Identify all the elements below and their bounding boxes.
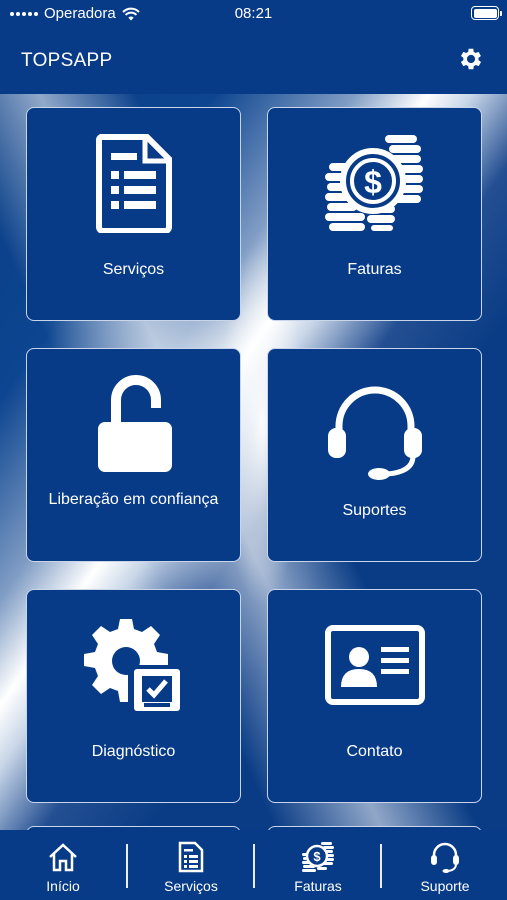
tab-servicos[interactable]: Serviços [128,830,254,900]
tile-diagnostico[interactable]: Diagnóstico [26,589,241,803]
tile-contato[interactable]: Contato [267,589,482,803]
tab-inicio[interactable]: Início [0,830,126,900]
svg-text:$: $ [364,164,382,200]
tile-liberacao[interactable]: Liberação em confiança [26,348,241,562]
tile-label: Serviços [102,261,165,278]
bottom-tab-bar: Início Serviços $ Faturas Suporte [0,830,507,900]
tab-label: Início [46,878,80,894]
tile-faturas[interactable]: $ Faturas [267,107,482,321]
money-coins-icon: $ [302,842,334,872]
tab-label: Suporte [420,878,470,894]
status-time: 08:21 [234,5,273,22]
svg-text:$: $ [313,849,321,864]
app-header: TOPSAPP [0,28,507,94]
tile-label: Contato [346,743,403,760]
gear-icon[interactable] [457,45,485,73]
tile-label: Suportes [342,502,407,519]
home-icon [49,843,77,872]
tab-suporte[interactable]: Suporte [382,830,507,900]
tile-suportes[interactable]: Suportes [267,348,482,562]
headset-icon [327,386,422,480]
contact-card-icon [324,625,425,705]
tile-label: Liberação em confiança [48,491,219,508]
document-list-icon [95,134,172,233]
tile-label: Faturas [347,261,402,278]
status-bar: Operadora 08:21 [0,0,507,28]
tab-label: Serviços [164,878,218,894]
battery-icon [471,6,502,20]
tile-label: Diagnóstico [91,743,176,760]
headset-icon [431,842,459,873]
app-title: TOPSAPP [21,50,113,71]
money-coins-icon: $ [324,135,423,231]
tab-faturas[interactable]: $ Faturas [255,830,381,900]
tile-servicos[interactable]: Serviços [26,107,241,321]
gear-checklist-icon [83,619,182,713]
document-list-icon [178,841,204,873]
tab-label: Faturas [294,878,342,894]
unlocked-padlock-icon [97,375,172,472]
